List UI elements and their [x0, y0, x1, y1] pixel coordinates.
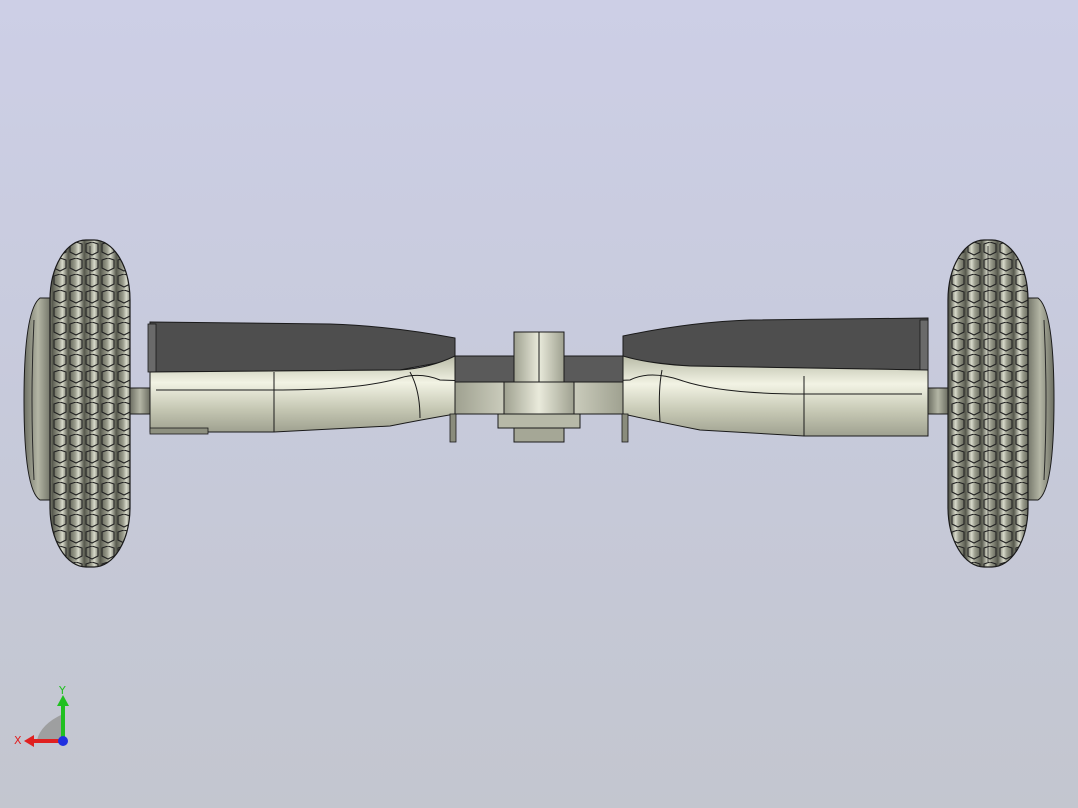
left-lower-tab	[149, 427, 209, 435]
right-foot-pad[interactable]	[622, 317, 929, 371]
right-wheel-hub	[1025, 297, 1055, 501]
z-axis-dot	[58, 736, 68, 746]
hinge-middle	[503, 381, 575, 415]
graphics-viewport[interactable]: X Y	[0, 0, 1078, 808]
x-axis-arrowhead	[24, 735, 34, 747]
left-support-leg	[449, 413, 457, 443]
right-pad-edge	[919, 319, 929, 371]
left-pad-edge	[147, 323, 157, 373]
y-axis-label: Y	[58, 684, 66, 697]
left-wheel-hub	[23, 297, 53, 501]
right-support-leg	[621, 413, 629, 443]
left-foot-pad[interactable]	[149, 321, 456, 373]
right-wheel[interactable]	[927, 239, 1055, 568]
model-3d-view[interactable]	[0, 0, 1078, 808]
hinge-foot	[513, 427, 565, 443]
x-axis-label: X	[14, 734, 22, 747]
center-hinge[interactable]	[497, 331, 581, 443]
hinge-bottom	[497, 413, 581, 429]
view-orientation-triad[interactable]: X Y	[10, 684, 80, 754]
left-wheel[interactable]	[23, 239, 151, 568]
triad-xy-plane	[37, 714, 63, 740]
left-axle	[129, 387, 151, 415]
right-axle	[927, 387, 949, 415]
